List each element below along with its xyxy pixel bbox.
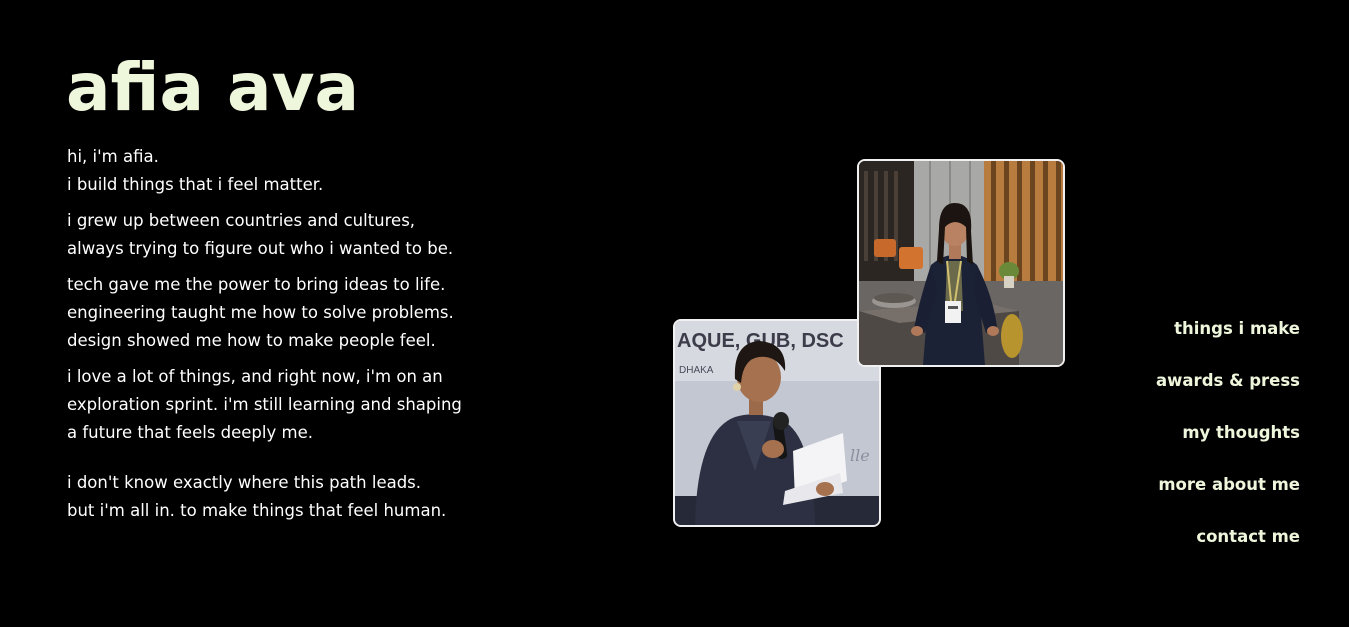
bio-paragraph: i love a lot of things, and right now, i… [67, 363, 537, 447]
bio-paragraph: i grew up between countries and cultures… [67, 207, 537, 263]
photo-lanyard-image [859, 161, 1063, 365]
bio-line: exploration sprint. i'm still learning a… [67, 395, 462, 414]
svg-text:DHAKA: DHAKA [679, 365, 714, 376]
bio-line: but i'm all in. to make things that feel… [67, 501, 447, 520]
page-title: afia ava [66, 49, 360, 126]
svg-text:lle: lle [850, 446, 870, 465]
page: afia ava hi, i'm afia. i build things th… [0, 0, 1349, 627]
nav-things-i-make[interactable]: things i make [1156, 316, 1300, 342]
nav-more-about-me[interactable]: more about me [1156, 472, 1300, 498]
bio-line: engineering taught me how to solve probl… [67, 303, 454, 322]
main-nav: things i make awards & press my thoughts… [1156, 316, 1300, 576]
bio-line: a future that feels deeply me. [67, 423, 313, 442]
bio-line: always trying to figure out who i wanted… [67, 239, 454, 258]
bio-line: i build things that i feel matter. [67, 175, 324, 194]
bio-line: hi, i'm afia. [67, 147, 159, 166]
bio-paragraph: tech gave me the power to bring ideas to… [67, 271, 537, 355]
bio-line: i love a lot of things, and right now, i… [67, 367, 443, 386]
photo-speaking-image: AQUE, GUB, DSC DHAKA lle [675, 321, 879, 525]
bio-line: i grew up between countries and cultures… [67, 211, 416, 230]
bio-paragraph: i don't know exactly where this path lea… [67, 469, 537, 525]
nav-contact-me[interactable]: contact me [1156, 524, 1300, 550]
bio-line: tech gave me the power to bring ideas to… [67, 275, 446, 294]
nav-my-thoughts[interactable]: my thoughts [1156, 420, 1300, 446]
bio-paragraph: hi, i'm afia. i build things that i feel… [67, 143, 537, 199]
bio-section: hi, i'm afia. i build things that i feel… [67, 143, 537, 533]
nav-awards-press[interactable]: awards & press [1156, 368, 1300, 394]
photo-speaking: AQUE, GUB, DSC DHAKA lle [673, 319, 881, 527]
photo-portrait-lanyard [857, 159, 1065, 367]
bio-line: i don't know exactly where this path lea… [67, 473, 422, 492]
bio-line: design showed me how to make people feel… [67, 331, 436, 350]
